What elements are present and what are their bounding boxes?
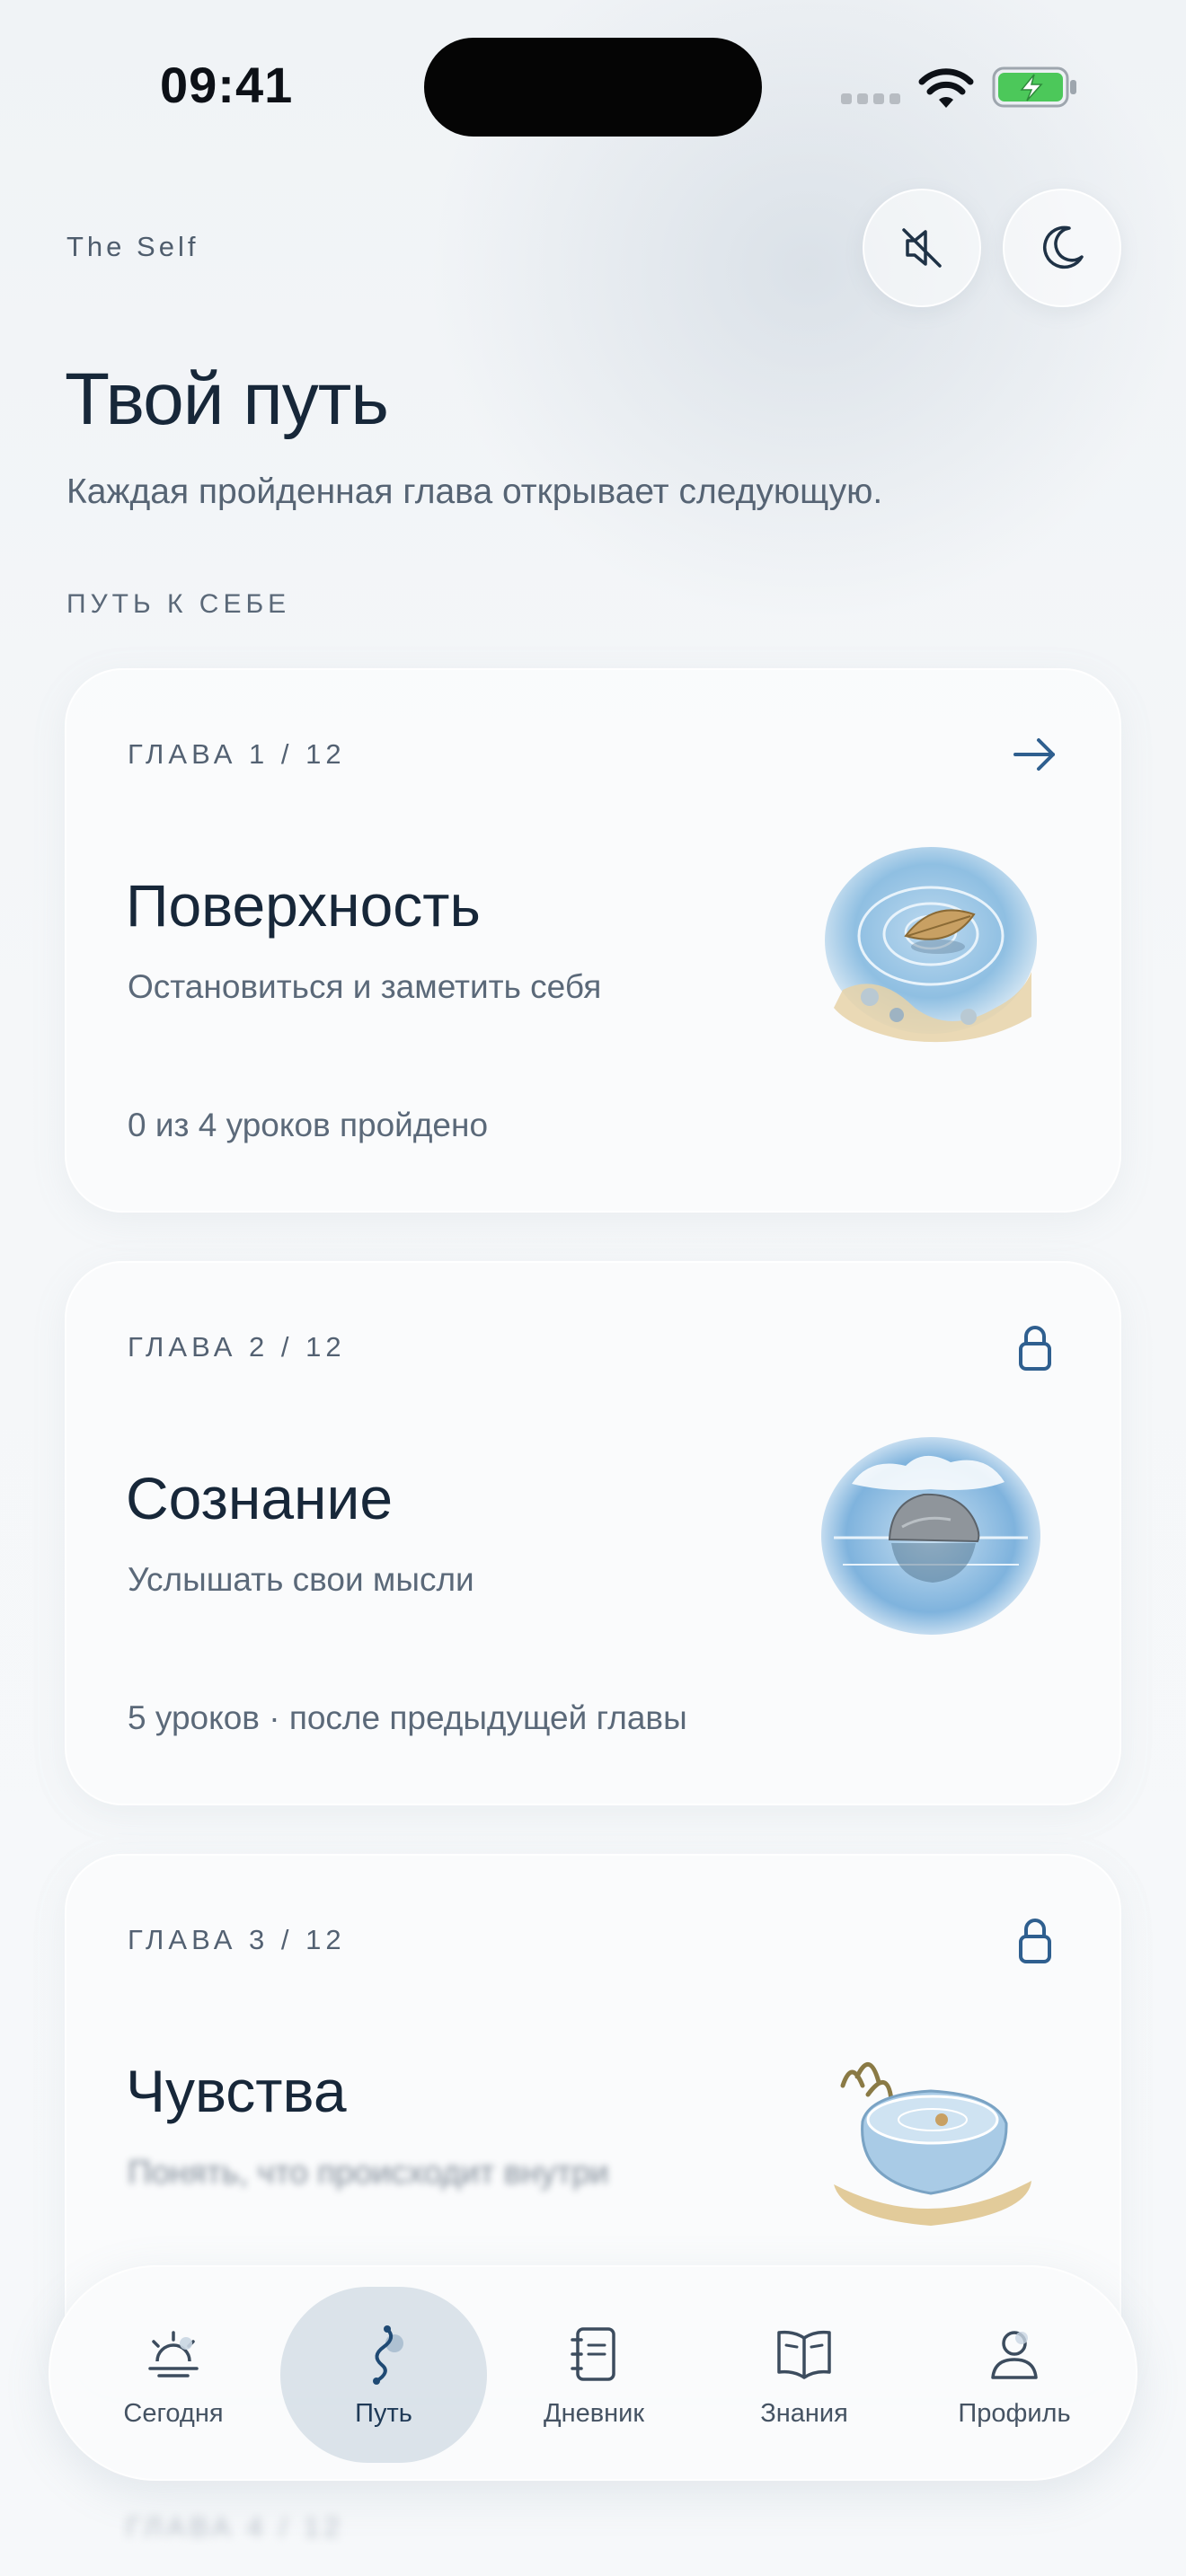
app-brand: The Self — [66, 231, 199, 262]
moon-icon — [1043, 225, 1084, 269]
locked-indicator — [1006, 1911, 1064, 1969]
mute-button[interactable] — [863, 189, 981, 307]
path-icon — [373, 2325, 403, 2385]
tab-path[interactable]: Путь — [280, 2287, 487, 2463]
tab-label: Дневник — [543, 2398, 645, 2428]
tab-label: Профиль — [958, 2398, 1071, 2428]
chapter-progress: 0 из 4 уроков пройдено — [128, 1107, 489, 1143]
book-icon — [777, 2330, 831, 2379]
speaker-mute-icon — [902, 228, 942, 268]
page-subtitle: Каждая пройденная глава открывает следую… — [66, 472, 883, 511]
wifi-icon — [918, 68, 974, 108]
water-bowl-illustration — [834, 2062, 1031, 2226]
next-chapter-label: ГЛАВА 4 / 12 — [126, 2511, 344, 2543]
chapter-number: ГЛАВА 3 / 12 — [128, 1924, 346, 1955]
theme-toggle-button[interactable] — [1003, 189, 1121, 307]
sunrise-icon — [148, 2330, 199, 2378]
chapter-title: Чувства — [126, 2058, 347, 2124]
chapter-number: ГЛАВА 2 / 12 — [128, 1331, 346, 1363]
stone-in-lake-illustration — [821, 1437, 1040, 1635]
tab-today[interactable]: Сегодня — [70, 2287, 277, 2463]
chapter-title: Сознание — [126, 1465, 394, 1531]
tab-bar: Сегодня Путь Дневник Знания Профиль — [49, 2265, 1137, 2481]
lock-icon — [1019, 1919, 1051, 1963]
status-time: 09:41 — [160, 57, 294, 113]
chapter-card-2[interactable]: ГЛАВА 2 / 12 Сознание Услышать свои мысл… — [65, 1261, 1121, 1805]
tab-journal[interactable]: Дневник — [491, 2287, 697, 2463]
lock-icon — [1019, 1326, 1051, 1371]
open-chapter-button[interactable] — [1006, 726, 1064, 783]
chapter-title: Поверхность — [126, 872, 481, 939]
tab-label: Сегодня — [123, 2398, 224, 2428]
profile-icon — [991, 2330, 1038, 2379]
battery-icon — [992, 66, 1076, 108]
chapter-number: ГЛАВА 1 / 12 — [128, 738, 346, 770]
chapter-card-1[interactable]: ГЛАВА 1 / 12 Поверхность Остановиться и … — [65, 668, 1121, 1213]
tab-profile[interactable]: Профиль — [911, 2287, 1118, 2463]
locked-indicator — [1006, 1319, 1064, 1376]
tab-knowledge[interactable]: Знания — [701, 2287, 907, 2463]
screen: 09:41 The Self Твой путь Каждая пройденн… — [0, 0, 1186, 2576]
leaf-on-water-illustration — [825, 847, 1037, 1043]
chapter-description: Услышать свои мысли — [128, 1561, 474, 1598]
chapter-description: Понять, что происходит внутри — [128, 2154, 609, 2191]
cellular-signal-icon — [841, 93, 900, 104]
dynamic-island — [424, 38, 762, 137]
page-title: Твой путь — [65, 358, 389, 440]
tab-label: Знания — [760, 2398, 848, 2428]
chapter-description: Остановиться и заметить себя — [128, 968, 602, 1005]
arrow-right-icon — [1013, 738, 1055, 771]
journal-icon — [571, 2326, 615, 2381]
tab-label: Путь — [355, 2398, 412, 2428]
section-label: ПУТЬ К СЕБЕ — [66, 589, 291, 619]
chapter-progress: 5 уроков · после предыдущей главы — [128, 1699, 687, 1736]
